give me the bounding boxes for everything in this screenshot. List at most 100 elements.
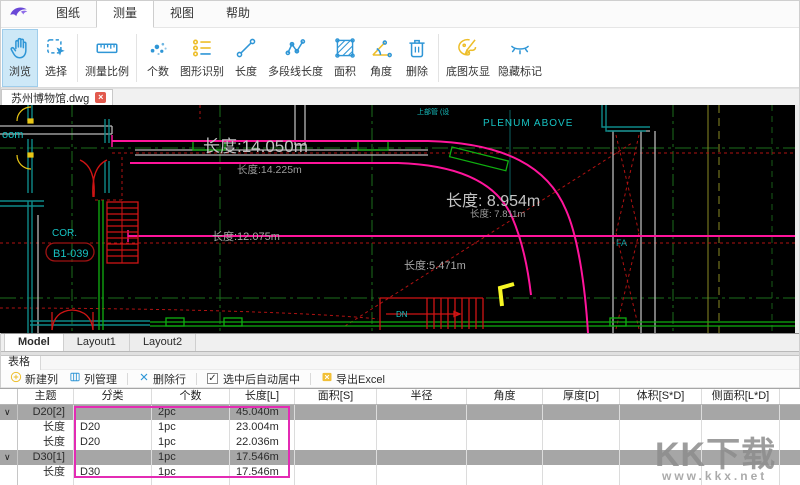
column-manage-button[interactable]: 列管理	[65, 371, 121, 387]
cell: 1pc	[152, 435, 230, 450]
column-header-3[interactable]: 个数	[152, 389, 230, 404]
hand-icon	[7, 35, 33, 61]
cell	[543, 405, 620, 420]
document-tab-bar: 苏州博物馆.dwg ×	[0, 88, 800, 105]
corridor-label: COR.	[52, 228, 77, 239]
row-expander-icon[interactable]: ∨	[0, 405, 18, 420]
ribbon-button-palette[interactable]: 底图灰显	[442, 29, 494, 87]
app-logo-icon[interactable]	[8, 3, 30, 25]
cell: D20[2]	[18, 405, 74, 420]
row-expander-icon[interactable]: ∨	[0, 450, 18, 465]
cell	[377, 420, 467, 435]
table-header-gutter	[0, 389, 18, 404]
close-tab-icon[interactable]: ×	[95, 92, 106, 103]
measurement-label-4[interactable]: 长度: 7.811m	[470, 208, 525, 220]
ribbon-button-label: 个数	[147, 63, 169, 79]
layout-tab-layout1[interactable]: Layout1	[64, 334, 130, 351]
cell	[377, 435, 467, 450]
toolbar-group-separator	[438, 34, 439, 82]
sort-indicator-icon: ^	[109, 389, 113, 400]
ribbon-button-label: 浏览	[9, 63, 31, 79]
column-header-2[interactable]: 分类^	[74, 389, 152, 404]
ribbon-button-select[interactable]: 选择	[38, 29, 74, 87]
column-header-9[interactable]: 体积[S*D]	[620, 389, 702, 404]
select-icon	[43, 35, 69, 61]
cell: 1pc	[152, 450, 230, 465]
toolbar-separator	[196, 373, 197, 385]
measurement-label-3[interactable]: 长度: 8.954m	[446, 192, 540, 210]
row-filler	[780, 420, 800, 435]
cell	[543, 420, 620, 435]
column-header-10[interactable]: 侧面积[L*D]	[702, 389, 780, 404]
menu-bar: 图纸测量视图帮助	[0, 0, 800, 28]
ribbon-button-eyeclosed[interactable]: 隐藏标记	[494, 29, 546, 87]
cell	[543, 450, 620, 465]
column-header-8[interactable]: 厚度[D]	[543, 389, 620, 404]
checkbox-checked-icon[interactable]: ✓	[207, 373, 218, 384]
menu-item-2[interactable]: 测量	[96, 0, 154, 28]
ribbon-button-label: 底图灰显	[446, 63, 490, 79]
cell: 23.004m	[230, 420, 295, 435]
drawing-canvas[interactable]: oom 上部管 (设 PLENUM ABOVE COR. B1-039 FA D…	[0, 105, 800, 333]
auto-center-toggle[interactable]: ✓选中后自动居中	[203, 371, 304, 387]
layout-tab-model[interactable]: Model	[4, 334, 64, 351]
row-filler	[780, 450, 800, 465]
ribbon-button-length[interactable]: 长度	[228, 29, 264, 87]
new-column-button[interactable]: 新建列	[6, 371, 62, 387]
cell	[18, 480, 74, 485]
ribbon-button-trash[interactable]: 删除	[399, 29, 435, 87]
ribbon-button-label: 删除	[406, 63, 428, 79]
delete-row-button[interactable]: 删除行	[134, 371, 190, 387]
fa-label: FA	[616, 238, 627, 248]
layout-tab-layout2[interactable]: Layout2	[130, 334, 196, 351]
menu-item-1[interactable]: 图纸	[40, 0, 96, 28]
ribbon-button-label: 多段线长度	[268, 63, 323, 79]
column-header-5[interactable]: 面积[S]	[295, 389, 377, 404]
ribbon-button-recognize[interactable]: 图形识别	[176, 29, 228, 87]
row-gutter	[0, 480, 18, 485]
column-header-7[interactable]: 角度	[467, 389, 543, 404]
ruler-icon	[94, 35, 120, 61]
app-window: 图纸测量视图帮助 浏览选择测量比例个数图形识别长度多段线长度面积角度删除底图灰显…	[0, 0, 800, 485]
column-header-4[interactable]: 长度[L]	[230, 389, 295, 404]
toolbar-separator	[310, 373, 311, 385]
menu-item-4[interactable]: 帮助	[210, 0, 266, 28]
ribbon-button-angle[interactable]: 角度	[363, 29, 399, 87]
cell	[74, 450, 152, 465]
eyeclosed-icon	[507, 35, 533, 61]
cell	[377, 405, 467, 420]
excel-export-icon	[321, 371, 333, 386]
ribbon-button-hand[interactable]: 浏览	[2, 29, 38, 87]
measurement-label-1[interactable]: 长度:14.050m	[203, 137, 308, 156]
cell: D20	[74, 435, 152, 450]
cell	[295, 480, 377, 485]
ribbon-button-area[interactable]: 面积	[327, 29, 363, 87]
room-label-fragment: oom	[2, 129, 23, 141]
cell: 2pc	[152, 405, 230, 420]
toolbar-group-separator	[136, 34, 137, 82]
table-row-1[interactable]: ∨D20[2]2pc45.040m	[0, 405, 800, 420]
ribbon-button-label: 选择	[45, 63, 67, 79]
ribbon-button-count[interactable]: 个数	[140, 29, 176, 87]
measurement-label-6[interactable]: 长度:5.471m	[404, 258, 466, 272]
cell	[74, 480, 152, 485]
measurement-label-5[interactable]: 长度:12.075m	[212, 229, 280, 243]
cell: 长度	[18, 420, 74, 435]
table-panel-tab[interactable]: 表格	[0, 356, 41, 370]
ribbon-button-ruler[interactable]: 测量比例	[81, 29, 133, 87]
ribbon-toolbar: 浏览选择测量比例个数图形识别长度多段线长度面积角度删除 底图灰显隐藏标记	[0, 28, 800, 88]
export-excel-button[interactable]: 导出Excel	[317, 371, 389, 387]
cell	[543, 465, 620, 480]
header-filler	[780, 389, 800, 404]
column-header-6[interactable]: 半径	[377, 389, 467, 404]
measurement-table-panel: 主题分类^个数长度[L]面积[S]半径角度厚度[D]体积[S*D]侧面积[L*D…	[0, 388, 800, 485]
measurement-label-2[interactable]: 长度:14.225m	[237, 163, 302, 176]
cell	[467, 420, 543, 435]
column-header-1[interactable]: 主题	[18, 389, 74, 404]
ribbon-button-polyline[interactable]: 多段线长度	[264, 29, 327, 87]
document-tab[interactable]: 苏州博物馆.dwg ×	[1, 89, 113, 105]
menu-item-3[interactable]: 视图	[154, 0, 210, 28]
table-panel-header: 表格	[0, 356, 800, 370]
table-header-row: 主题分类^个数长度[L]面积[S]半径角度厚度[D]体积[S*D]侧面积[L*D…	[0, 389, 800, 405]
cell: D20	[74, 420, 152, 435]
